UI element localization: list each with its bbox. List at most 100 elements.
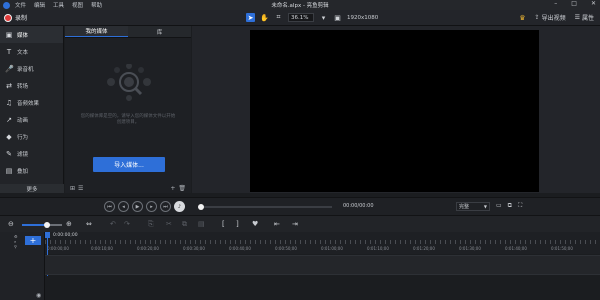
sidebar-item-behaviors[interactable]: ◆ 行为 (0, 128, 63, 145)
mark-in-icon[interactable]: [ (222, 220, 225, 228)
timeline-ruler[interactable]: 0:00:00;00 0:00:00;00 0:00:10;00 0:00:20… (45, 232, 600, 298)
main-toolbar: 录制 ➤ ✋ ⌗ 36.1% ▾ ▣ 1920x1080 ♛ ⇪ 导出视频 ☰ … (0, 10, 600, 26)
chevron-down-icon[interactable]: ▾ (319, 13, 328, 22)
canvas-settings-icon[interactable]: ▣ (333, 13, 342, 22)
sidebar-item-label: 媒体 (17, 32, 29, 39)
cut-icon[interactable]: ✂ (166, 220, 172, 228)
copy-icon[interactable]: ⧉ (182, 220, 187, 229)
menu-view[interactable]: 视图 (72, 1, 83, 9)
timeline-zoom-slider[interactable] (22, 222, 62, 228)
more-button[interactable]: 更多 (0, 184, 64, 193)
animation-icon: ↗ (6, 115, 12, 124)
fullscreen-icon[interactable]: ⛶ (518, 202, 522, 210)
chevron-down-icon: ▼ (483, 204, 487, 209)
ruler-tick-label: 0:00:40;00 (229, 246, 251, 251)
sidebar-item-recorder[interactable]: 🎤 录音机 (0, 60, 63, 77)
sidebar-item-transitions[interactable]: ⇄ 转场 (0, 77, 63, 94)
minimize-button[interactable]: – (554, 0, 557, 7)
right-toolbar: ♛ ⇪ 导出视频 ☰ 属性 (519, 13, 594, 23)
grid-view-icon[interactable]: ⊞ (70, 185, 75, 192)
sidebar-item-text[interactable]: T 文本 (0, 43, 63, 60)
export-video-button[interactable]: ⇪ 导出视频 (535, 13, 566, 22)
sidebar-item-overlay[interactable]: ▤ 叠加 (0, 162, 63, 179)
step-forward-icon[interactable]: ▸ (146, 201, 157, 212)
menu-edit[interactable]: 编辑 (34, 1, 45, 9)
magnet-icon[interactable]: ⚲ (14, 244, 18, 249)
split-icon[interactable]: ⎘ (148, 220, 154, 229)
zoom-slider-knob[interactable] (44, 222, 50, 228)
redo-icon[interactable]: ↷ (124, 220, 130, 228)
go-end-icon[interactable]: ⇥ (292, 220, 298, 228)
pan-tool-icon[interactable]: ✋ (260, 13, 269, 22)
filter-icon: ✎ (6, 149, 12, 158)
sidebar-item-label: 滤镜 (17, 151, 29, 158)
ruler-tick-label: 0:01:50;00 (551, 246, 573, 251)
playback-controls: ⏮ ◂ ▶ ▸ ⏭ ♪ (104, 201, 185, 212)
record-button[interactable]: 录制 (4, 13, 27, 22)
timeline-toolbar: ⊖ ⊕ ⇔ ↶ ↷ ⎘ ✂ ⧉ ▤ [ ] ♥ ⇤ ⇥ (0, 215, 600, 232)
aspect-icon[interactable]: ▭ (496, 202, 502, 210)
sidebar-item-label: 录音机 (17, 66, 34, 73)
canvas-area (192, 26, 600, 193)
window-controls: – □ ✕ (554, 0, 596, 7)
menu-help[interactable]: 帮助 (91, 1, 102, 9)
fit-select[interactable]: 完整 ▼ (456, 202, 490, 211)
tool-sidebar: ▣ 媒体 T 文本 🎤 录音机 ⇄ 转场 ♫ 音频效果 ↗ 动画 ◆ 行为 ✎ … (0, 26, 64, 193)
ruler-tick-label: 0:01:40;00 (505, 246, 527, 251)
undo-icon[interactable]: ↶ (110, 220, 116, 228)
audio-icon: ♫ (5, 98, 13, 107)
sidebar-item-label: 文本 (17, 49, 29, 56)
sidebar-item-media[interactable]: ▣ 媒体 (0, 26, 63, 43)
menu-bar: 文件 编辑 工具 视图 帮助 (15, 1, 102, 9)
preview-view-controls: ▭ ⧉ ⛶ (496, 202, 522, 210)
list-view-icon[interactable]: ☰ (78, 185, 83, 192)
fit-select-value: 完整 (459, 204, 470, 210)
zoom-select[interactable]: 36.1% (288, 13, 314, 22)
paste-icon[interactable]: ▤ (198, 220, 205, 228)
tab-library[interactable]: 库 (128, 26, 191, 37)
zoom-out-icon[interactable]: ⊖ (8, 220, 14, 228)
go-start-icon[interactable]: ⇤ (274, 220, 280, 228)
play-icon[interactable]: ▶ (132, 201, 143, 212)
pointer-tool-icon[interactable]: ➤ (246, 13, 255, 22)
crop-tool-icon[interactable]: ⌗ (274, 13, 283, 22)
preview-canvas[interactable] (250, 30, 539, 192)
skip-forward-icon[interactable]: ⏭ (160, 201, 171, 212)
import-media-button[interactable]: 导入媒体... (93, 157, 165, 172)
add-track-button[interactable]: + (25, 236, 41, 245)
sidebar-item-filters[interactable]: ✎ 滤镜 (0, 145, 63, 162)
properties-icon: ☰ (574, 14, 580, 21)
ruler-tick-label: 0:01:10;00 (367, 246, 389, 251)
ruler-tick-label: 0:01:20;00 (413, 246, 435, 251)
step-back-icon[interactable]: ◂ (118, 201, 129, 212)
crown-icon[interactable]: ♛ (519, 14, 525, 22)
add-icon[interactable]: + (170, 185, 175, 192)
menu-tools[interactable]: 工具 (53, 1, 64, 9)
tab-my-media[interactable]: 我的媒体 (65, 26, 128, 37)
preview-scrubber[interactable] (198, 204, 332, 210)
ruler-tick-label: 0:00:30;00 (183, 246, 205, 251)
marker-icon[interactable]: ♥ (252, 220, 258, 228)
sidebar-item-animation[interactable]: ↗ 动画 (0, 111, 63, 128)
track-lane[interactable] (45, 276, 600, 300)
playhead-time: 0:00:00;00 (53, 233, 78, 238)
menu-file[interactable]: 文件 (15, 1, 26, 9)
detach-icon[interactable]: ⧉ (508, 202, 512, 210)
close-button[interactable]: ✕ (591, 0, 596, 7)
track-lane[interactable] (45, 255, 600, 275)
zoom-in-icon[interactable]: ⊕ (66, 220, 72, 228)
properties-button[interactable]: ☰ 属性 (575, 13, 594, 22)
playhead[interactable] (45, 232, 50, 298)
mark-out-icon[interactable]: ] (236, 220, 239, 228)
scrubber-knob[interactable] (198, 204, 204, 210)
volume-icon[interactable]: ♪ (174, 201, 185, 212)
microphone-icon: 🎤 (5, 64, 14, 73)
maximize-button[interactable]: □ (571, 0, 577, 7)
sidebar-item-label: 音频效果 (17, 100, 40, 107)
media-footer: ⊞ ☰ + 🗑 (65, 183, 191, 193)
trash-icon[interactable]: 🗑 (178, 185, 186, 192)
fit-timeline-icon[interactable]: ⇔ (86, 220, 92, 228)
sidebar-item-audio-effects[interactable]: ♫ 音频效果 (0, 94, 63, 111)
skip-back-icon[interactable]: ⏮ (104, 201, 115, 212)
eye-icon[interactable]: ◉ (36, 292, 41, 299)
